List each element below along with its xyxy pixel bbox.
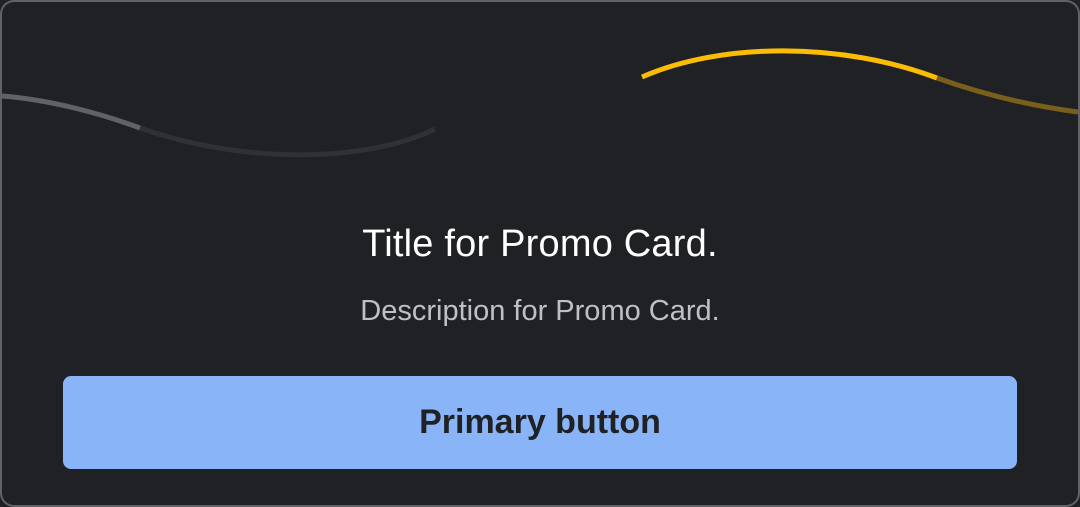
grey-wave-dark [139, 125, 437, 158]
promo-title: Title for Promo Card. [362, 223, 718, 265]
promo-content: Title for Promo Card. Description for Pr… [2, 220, 1078, 329]
primary-button[interactable]: Primary button [63, 376, 1017, 469]
promo-card: Title for Promo Card. Description for Pr… [0, 0, 1080, 507]
promo-description: Description for Promo Card. [360, 295, 720, 327]
yellow-wave-fade [936, 75, 1078, 115]
grey-wave-light [2, 93, 141, 131]
yellow-wave [640, 48, 938, 81]
